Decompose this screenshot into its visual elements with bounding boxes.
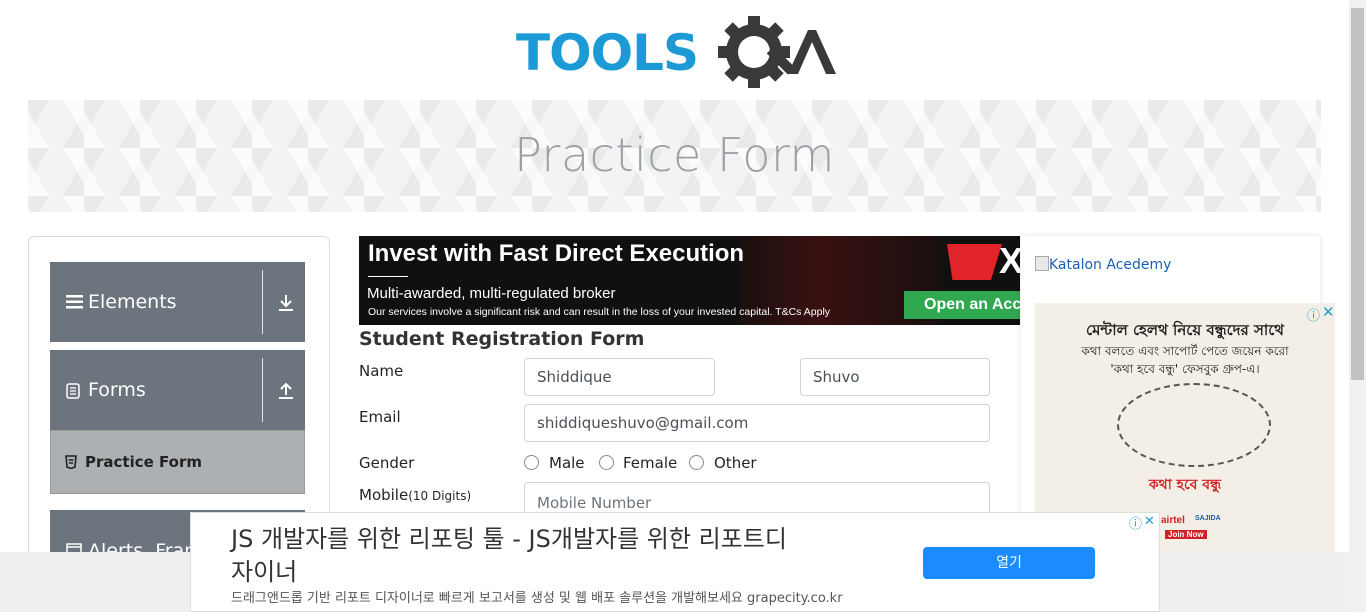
ad-partner-sajida: SAJIDA [1195,515,1221,522]
email-input[interactable]: shiddiqueshuvo@gmail.com [524,404,990,442]
sidebar-item-practice-form[interactable]: Practice Form [50,430,305,494]
ad-brand-letter: X [999,240,1020,281]
ad-partner-airtel: airtel [1161,515,1185,526]
last-name-input[interactable]: Shuvo [800,358,990,396]
ad-illustration [1117,383,1271,467]
katalon-image-link[interactable]: Katalon Acedemy [1035,256,1171,273]
scrollbar-thumb[interactable] [1351,8,1364,380]
first-name-input[interactable]: Shiddique [524,358,715,396]
toolsqa-logo[interactable]: TOOLS [516,16,838,92]
gender-label: Gender [359,454,415,472]
ad-join-button[interactable]: Join Now [1165,530,1207,539]
ad-choices-icon[interactable]: ⓘ [1129,513,1142,532]
ad-banner-bottom[interactable]: ⓘ ✕ JS 개발자를 위한 리포팅 툴 - JS개발자를 위한 리포트디자이너… [190,512,1160,612]
ad-open-button[interactable]: 열기 [923,547,1095,579]
mobile-label: Mobile(10 Digits) [359,486,471,504]
sidebar-item-label: Practice Form [85,453,202,471]
ad-description: 드래그앤드롭 기반 리포트 디자이너로 빠르게 보고서를 생성 및 웹 배포 솔… [231,591,843,606]
sidebar-group-elements[interactable]: Elements [50,262,305,342]
ad-title[interactable]: JS 개발자를 위한 리포팅 툴 - JS개발자를 위한 리포트디자이너 [231,523,791,589]
gender-male-radio[interactable] [524,455,539,470]
mobile-label-text: Mobile [359,486,409,504]
email-label: Email [359,408,401,426]
hamburger-icon [66,294,83,314]
form-icon [65,455,77,474]
gender-other-label[interactable]: Other [714,454,757,472]
page-scrollbar[interactable] [1349,0,1366,612]
gender-male-label[interactable]: Male [549,454,585,472]
ad-cta-button[interactable]: Open an Acc [904,291,1020,319]
close-icon[interactable]: ✕ [1144,513,1155,529]
ad-banner-top[interactable]: Invest with Fast Direct Execution Multi-… [359,236,1020,325]
ad-text-line-3: 'কথা হবে বন্ধু' ফেসবুক গ্রুপ-এ। [1110,362,1260,376]
divider [262,358,263,422]
sidebar-group-forms[interactable]: Forms [50,350,305,430]
document-icon [66,383,80,404]
ad-subline: Multi-awarded, multi-regulated broker [367,285,616,302]
divider [262,270,263,334]
broken-image-icon [1035,256,1049,271]
gender-other-radio[interactable] [689,455,704,470]
download-arrow-icon [277,294,295,317]
gender-female-radio[interactable] [599,455,614,470]
ad-brand-text: কথা হবে বন্ধু [1148,477,1222,493]
image-alt-text: Katalon Acedemy [1049,257,1172,273]
divider [368,276,408,277]
ad-text-line-2: কথা বলতে এবং সাপোর্ট পেতে জয়েন করো [1081,344,1289,358]
ad-text-line-1: মেন্টাল হেলথ নিয়ে বন্ধুদের সাথে [1086,321,1284,339]
mobile-hint: (10 Digits) [408,489,472,503]
ad-headline: Invest with Fast Direct Execution [368,240,745,267]
gender-female-label[interactable]: Female [623,454,677,472]
ad-brand-mark [947,244,1002,280]
name-label: Name [359,362,404,380]
page-banner: Practice Form [28,100,1321,212]
page-title: Practice Form [514,128,835,182]
upload-arrow-icon [277,382,295,405]
ad-disclaimer: Our services involve a significant risk … [368,306,831,318]
sidebar-group-label: Forms [88,379,146,401]
form-heading: Student Registration Form [359,328,645,350]
logo-text-tools: TOOLS [516,24,698,82]
sidebar-group-label: Elements [88,291,177,313]
